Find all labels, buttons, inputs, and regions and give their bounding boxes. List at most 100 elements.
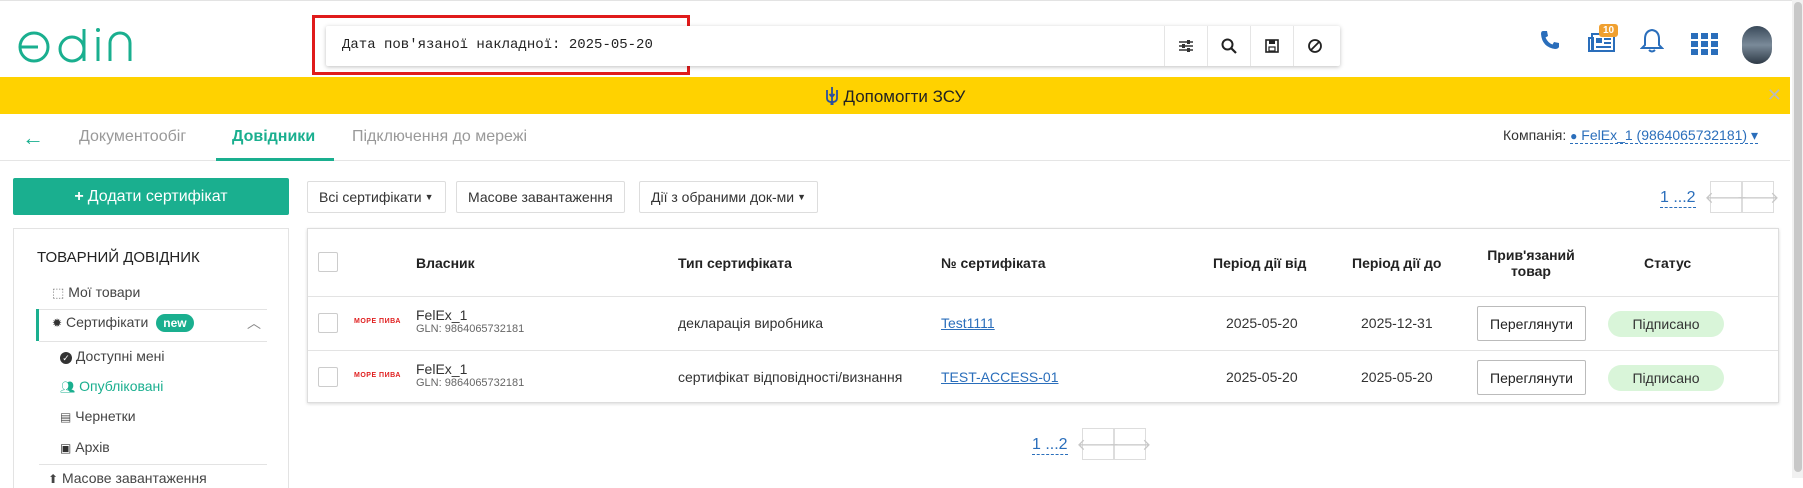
- view-button[interactable]: Переглянути: [1477, 306, 1586, 341]
- sidebar-item-label: Опубліковані: [79, 378, 164, 394]
- bulk-upload-button[interactable]: Масове завантаження: [456, 181, 625, 213]
- certificate-number-link[interactable]: TEST-ACCESS-01: [941, 369, 1058, 385]
- edin-logo[interactable]: [14, 25, 146, 69]
- col-linked-goods[interactable]: Прив'язаний товар: [1474, 229, 1588, 296]
- col-valid-from[interactable]: Період дії від: [1213, 229, 1306, 296]
- selected-actions-dropdown[interactable]: Дії з обраними док-ми ▼: [639, 181, 819, 213]
- sidebar-item-my-goods[interactable]: ⬚ Мої товари: [52, 284, 140, 301]
- caret-down-icon: ▼: [797, 192, 807, 202]
- sidebar-item-published[interactable]: 👥︎ Опубліковані: [60, 378, 163, 394]
- type-cell: сертифікат відповідності/визнання: [678, 369, 903, 385]
- sidebar-item-drafts[interactable]: ▤ Чернетки: [60, 408, 136, 424]
- table-row[interactable]: МОРЕ ПИВА FelEx_1 GLN: 9864065732181 дек…: [308, 296, 1778, 350]
- new-badge: new: [156, 314, 194, 332]
- row-checkbox[interactable]: [318, 367, 338, 387]
- filter-button[interactable]: [1164, 26, 1207, 66]
- sidebar-item-label: Масове завантаження: [61, 470, 207, 486]
- bulk-upload-label: Масове завантаження: [468, 189, 613, 205]
- owner-cell: FelEx_1 GLN: 9864065732181: [416, 361, 524, 389]
- company-selector[interactable]: Компанія: ● FelEx_1 (9864065732181) ▾: [1503, 127, 1758, 144]
- pagination-bottom[interactable]: 1 ...2: [1032, 436, 1068, 455]
- owner-logo: МОРЕ ПИВА: [354, 318, 401, 325]
- selected-actions-label: Дії з обраними док-ми: [651, 189, 795, 205]
- scrollbar-thumb[interactable]: [1794, 2, 1802, 472]
- certificates-table: Власник Тип сертифіката № сертифіката Пе…: [307, 228, 1779, 403]
- chevron-up-icon[interactable]: ︿: [247, 313, 261, 333]
- sidebar-heading: ТОВАРНИЙ ДОВІДНИК: [37, 249, 200, 266]
- company-link[interactable]: ● FelEx_1 (9864065732181) ▾: [1570, 127, 1758, 144]
- sidebar-item-archive[interactable]: ▣ Архів: [60, 439, 110, 455]
- row-checkbox[interactable]: [318, 313, 338, 333]
- view-button[interactable]: Переглянути: [1477, 360, 1586, 395]
- next-page-button-bottom[interactable]: 🡒︎: [1109, 428, 1151, 460]
- col-owner[interactable]: Власник: [416, 229, 475, 296]
- divider: [39, 341, 267, 342]
- sidebar-item-label: Сертифікати: [65, 314, 149, 330]
- plus-icon: +: [74, 187, 84, 205]
- news-button[interactable]: 10: [1588, 24, 1619, 54]
- all-certificates-label: Всі сертифікати: [319, 189, 422, 205]
- valid-to-cell: 2025-05-20: [1361, 369, 1433, 385]
- support-banner[interactable]: Допомогти ЗСУ ✕: [0, 77, 1790, 114]
- apps-icon[interactable]: [1691, 33, 1718, 55]
- col-status[interactable]: Статус: [1644, 229, 1691, 296]
- owner-name: FelEx_1: [416, 361, 468, 377]
- box-icon: ⬚: [52, 285, 65, 300]
- valid-to-cell: 2025-12-31: [1361, 315, 1433, 331]
- notifications-badge: 10: [1599, 24, 1619, 37]
- tab-directories[interactable]: Довідники: [232, 128, 315, 146]
- col-type[interactable]: Тип сертифіката: [678, 229, 792, 296]
- owner-logo: МОРЕ ПИВА: [354, 372, 401, 379]
- certificate-number-link[interactable]: Test1111: [941, 315, 995, 331]
- arrow-right-icon: 🡒︎: [1108, 436, 1152, 454]
- save-search-button[interactable]: [1250, 26, 1293, 66]
- add-certificate-button[interactable]: + Додати сертифікат: [13, 178, 289, 215]
- table-row[interactable]: МОРЕ ПИВА FelEx_1 GLN: 9864065732181 сер…: [308, 350, 1778, 404]
- select-all-checkbox[interactable]: [318, 252, 338, 272]
- divider: [39, 464, 267, 465]
- trident-icon: [825, 87, 838, 105]
- upload-icon: ⬆: [48, 472, 59, 486]
- active-tab-indicator: [216, 158, 334, 161]
- add-certificate-label: Додати сертифікат: [87, 187, 228, 205]
- valid-from-cell: 2025-05-20: [1226, 369, 1298, 385]
- avatar[interactable]: [1742, 26, 1772, 64]
- sidebar: ТОВАРНИЙ ДОВІДНИК ⬚ Мої товари ✹ Сертифі…: [13, 228, 289, 488]
- sidebar-item-available[interactable]: ✓ Доступні мені: [60, 348, 164, 364]
- sidebar-item-label: Мої товари: [68, 284, 141, 300]
- tab-network[interactable]: Підключення до мережі: [352, 128, 527, 146]
- banner-close-icon[interactable]: ✕: [1767, 85, 1782, 106]
- phone-icon[interactable]: [1538, 28, 1562, 52]
- sidebar-item-certificates[interactable]: ✹ Сертифікати new: [52, 314, 194, 332]
- tab-documents[interactable]: Документообіг: [79, 128, 186, 146]
- search-bar[interactable]: Дата пов'язаної накладної: 2025-05-20: [326, 26, 1340, 66]
- sidebar-item-label: Доступні мені: [75, 348, 165, 364]
- col-number[interactable]: № сертифіката: [941, 229, 1045, 296]
- user-icon: ●: [1570, 129, 1578, 143]
- archive-icon: ▣: [60, 441, 72, 455]
- active-item-marker: [36, 309, 39, 341]
- pagination-top[interactable]: 1 ...2: [1660, 189, 1696, 208]
- bell-icon[interactable]: [1640, 28, 1664, 54]
- sidebar-item-label: Архів: [75, 439, 110, 455]
- next-page-button[interactable]: 🡒︎: [1737, 181, 1779, 213]
- col-valid-to[interactable]: Період дії до: [1352, 229, 1441, 296]
- search-input[interactable]: Дата пов'язаної накладної: 2025-05-20: [342, 37, 653, 53]
- search-icon: [1221, 38, 1237, 54]
- clear-search-button[interactable]: [1293, 26, 1336, 66]
- banner-content: Допомогти ЗСУ: [0, 86, 1790, 107]
- search-button[interactable]: [1207, 26, 1250, 66]
- owner-gln: GLN: 9864065732181: [416, 323, 525, 335]
- company-value: FelEx_1 (9864065732181): [1581, 127, 1748, 143]
- status-badge: Підписано: [1608, 311, 1724, 337]
- file-icon: ▤: [60, 410, 72, 424]
- sidebar-item-bulk-upload[interactable]: ⬆ Масове завантаження: [48, 470, 207, 486]
- all-certificates-dropdown[interactable]: Всі сертифікати ▼: [307, 181, 446, 213]
- back-arrow-icon[interactable]: ←: [22, 125, 44, 151]
- type-cell: декларація виробника: [678, 315, 823, 331]
- filter-icon: [1179, 40, 1193, 52]
- users-icon: 👥︎: [60, 380, 76, 394]
- banner-text: Допомогти ЗСУ: [843, 87, 966, 106]
- sidebar-item-label: Чернетки: [75, 408, 136, 424]
- caret-down-icon: ▼: [424, 192, 434, 202]
